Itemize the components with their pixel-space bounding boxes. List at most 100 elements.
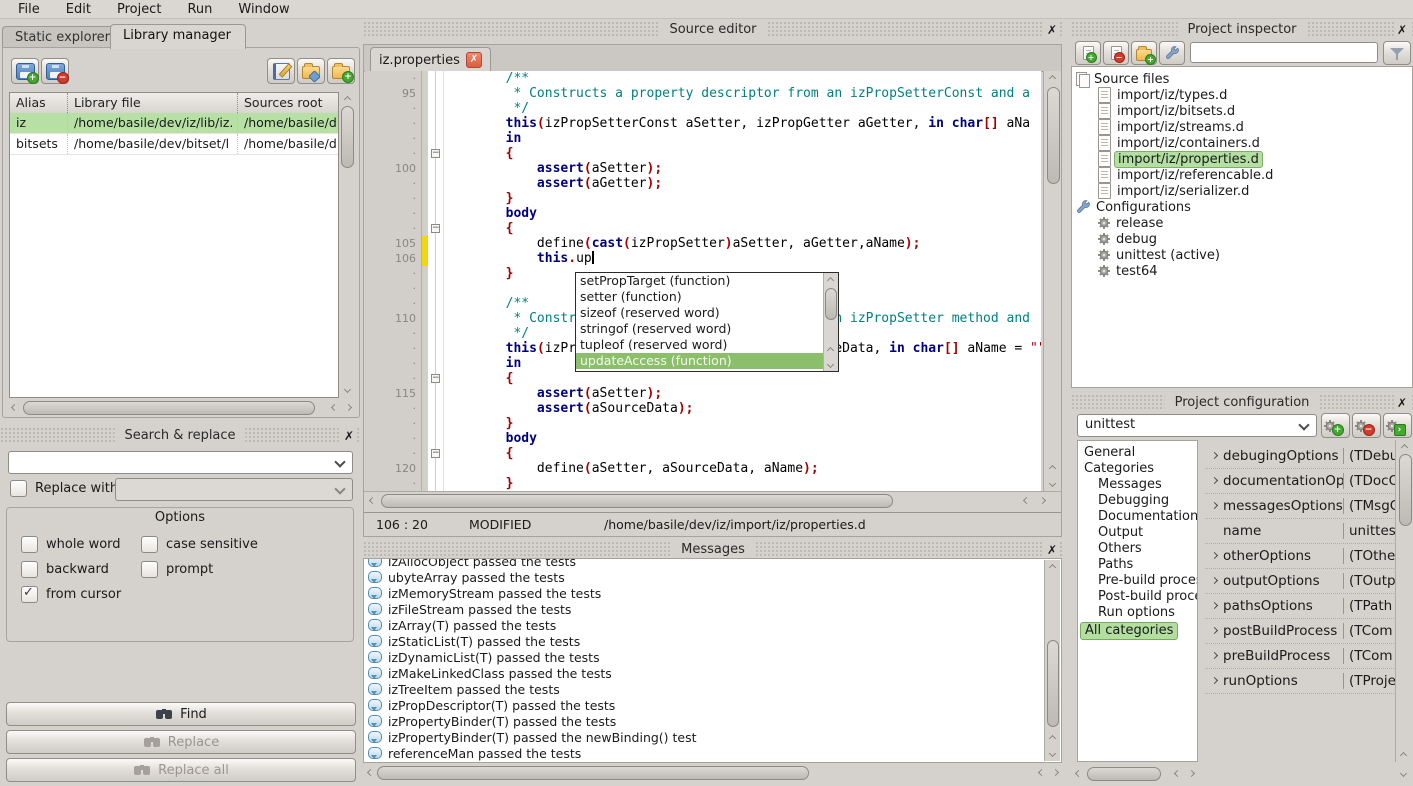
scroll-down-icon[interactable]: [824, 357, 837, 371]
replace-input[interactable]: [115, 478, 353, 501]
category-item[interactable]: Output: [1078, 525, 1197, 541]
scroll-down-icon[interactable]: [340, 382, 354, 396]
chevron-right-icon[interactable]: [1210, 602, 1217, 609]
tree-item[interactable]: import/iz/streams.d: [1072, 119, 1412, 135]
tree-item[interactable]: import/iz/properties.d: [1072, 151, 1412, 167]
search-input[interactable]: [8, 451, 353, 474]
completion-item[interactable]: tupleof (reserved word): [576, 337, 838, 353]
scroll-right-icon[interactable]: [1184, 766, 1198, 780]
edit-library-button[interactable]: [267, 58, 295, 84]
category-item[interactable]: Run options: [1078, 605, 1197, 621]
close-project-configuration-icon[interactable]: ✗: [1394, 395, 1410, 411]
category-item[interactable]: Messages: [1078, 477, 1197, 493]
checkbox-prompt[interactable]: [141, 561, 158, 578]
find-button[interactable]: Find: [6, 702, 356, 726]
tree-item[interactable]: unittest (active): [1072, 247, 1412, 263]
table-row[interactable]: bitsets/home/basile/dev/bitset/l/home/ba…: [10, 134, 338, 155]
message-item[interactable]: izPropertyBinder(T) passed the newBindin…: [364, 729, 1061, 745]
editor-vscrollbar[interactable]: [1043, 71, 1061, 491]
grid-row[interactable]: outputOptions(TOutp: [1205, 568, 1396, 594]
message-item[interactable]: izMakeLinkedClass passed the tests: [364, 665, 1061, 681]
tree-item[interactable]: import/iz/serializer.d: [1072, 183, 1412, 199]
scroll-up2-icon[interactable]: [1045, 461, 1059, 475]
tree-item[interactable]: import/iz/referencable.d: [1072, 167, 1412, 183]
close-tab-icon[interactable]: ✗: [466, 52, 482, 68]
scroll-up-icon[interactable]: [1396, 748, 1410, 762]
scroll-up2-icon[interactable]: [824, 343, 837, 357]
remove-configuration-button[interactable]: −: [1352, 413, 1381, 438]
messages-vscrollbar[interactable]: [1044, 560, 1060, 761]
scroll-left-icon[interactable]: [363, 765, 377, 779]
replace-with-checkbox[interactable]: [10, 480, 27, 497]
grid-scroll-arrows[interactable]: [1396, 748, 1412, 782]
scroll-up-icon[interactable]: [340, 92, 354, 106]
replace-all-button[interactable]: Replace all: [6, 758, 356, 782]
checkbox-whole-word[interactable]: [21, 536, 38, 553]
open-library-sources-button[interactable]: [297, 58, 325, 84]
scroll-right-icon[interactable]: [1035, 493, 1049, 507]
project-options-button[interactable]: [1159, 41, 1185, 65]
message-item[interactable]: izDynamicList(T) passed the tests: [364, 649, 1061, 665]
message-item[interactable]: izMemoryStream passed the tests: [364, 585, 1061, 601]
expander[interactable]: [1205, 678, 1223, 683]
scroll-up-icon[interactable]: [1045, 71, 1059, 85]
replace-button[interactable]: Replace: [6, 730, 356, 754]
close-source-editor-icon[interactable]: ✗: [1044, 22, 1060, 38]
expander[interactable]: [1205, 603, 1223, 608]
chevron-right-icon[interactable]: [1210, 577, 1217, 584]
menu-project[interactable]: Project: [107, 1, 171, 18]
menu-window[interactable]: Window: [228, 1, 299, 18]
scroll-left2-icon[interactable]: [1170, 766, 1184, 780]
tree-item[interactable]: test64: [1072, 263, 1412, 279]
message-item[interactable]: izPropertyBinder(T) passed the tests: [364, 713, 1061, 729]
grid-row[interactable]: pathsOptions(TPath: [1205, 593, 1396, 619]
category-item[interactable]: Debugging: [1078, 493, 1197, 509]
configuration-select[interactable]: unittest: [1077, 414, 1317, 437]
scroll-up-icon[interactable]: [1045, 560, 1059, 574]
message-item[interactable]: izTreeItem passed the tests: [364, 681, 1061, 697]
library-table-vscrollbar[interactable]: [339, 92, 355, 396]
add-source-button[interactable]: +: [1075, 41, 1101, 65]
completion-item[interactable]: updateAccess (function): [576, 353, 838, 369]
scroll-left2-icon[interactable]: [1019, 493, 1033, 507]
expander[interactable]: [1205, 478, 1223, 483]
tab-library-manager[interactable]: Library manager: [110, 24, 246, 49]
inspector-filter-input[interactable]: [1190, 42, 1378, 63]
scroll-up-icon[interactable]: [824, 273, 837, 287]
tree-item[interactable]: import/iz/bitsets.d: [1072, 103, 1412, 119]
message-item[interactable]: referenceMan passed the tests: [364, 745, 1061, 761]
grid-row[interactable]: messagesOptions(TMsgO: [1205, 493, 1396, 519]
category-item[interactable]: Paths: [1078, 557, 1197, 573]
scroll-left-icon[interactable]: [1071, 766, 1085, 780]
editor-hscrollbar[interactable]: [364, 491, 1061, 509]
message-item[interactable]: izAllocObject passed the tests: [364, 558, 1061, 569]
add-folder-button[interactable]: +: [1131, 41, 1157, 65]
grid-row[interactable]: runOptions(TProje: [1205, 668, 1396, 694]
remove-library-button[interactable]: −: [41, 58, 69, 84]
scroll-left-icon[interactable]: [365, 493, 379, 507]
code-folding-gutter[interactable]: [428, 71, 444, 491]
expander[interactable]: [1205, 653, 1223, 658]
tree-item[interactable]: release: [1072, 215, 1412, 231]
category-item[interactable]: General: [1078, 445, 1197, 461]
remove-source-button[interactable]: −: [1103, 41, 1129, 65]
scroll-up2-icon[interactable]: [1045, 731, 1059, 745]
close-messages-icon[interactable]: ✗: [1044, 542, 1060, 558]
message-item[interactable]: izPropDescriptor(T) passed the tests: [364, 697, 1061, 713]
messages-hscrollbar[interactable]: [363, 765, 1062, 780]
message-item[interactable]: izArray(T) passed the tests: [364, 617, 1061, 633]
category-item[interactable]: Categories: [1078, 461, 1197, 477]
editor-tab[interactable]: iz.properties ✗: [370, 47, 491, 72]
chevron-right-icon[interactable]: [1210, 477, 1217, 484]
grid-row[interactable]: preBuildProcess(TCom: [1205, 643, 1396, 669]
add-configuration-button[interactable]: +: [1321, 413, 1350, 438]
tree-item[interactable]: Configurations: [1072, 199, 1412, 215]
scroll-down-icon[interactable]: [1396, 766, 1410, 780]
category-item[interactable]: Post-build proce: [1078, 589, 1197, 605]
expander[interactable]: [1205, 553, 1223, 558]
scroll-left2-icon[interactable]: [1034, 765, 1048, 779]
checkbox-backward[interactable]: [21, 561, 38, 578]
close-project-inspector-icon[interactable]: ✗: [1394, 22, 1410, 38]
scroll-left-icon[interactable]: [7, 400, 21, 414]
popup-scrollbar[interactable]: [823, 273, 838, 371]
